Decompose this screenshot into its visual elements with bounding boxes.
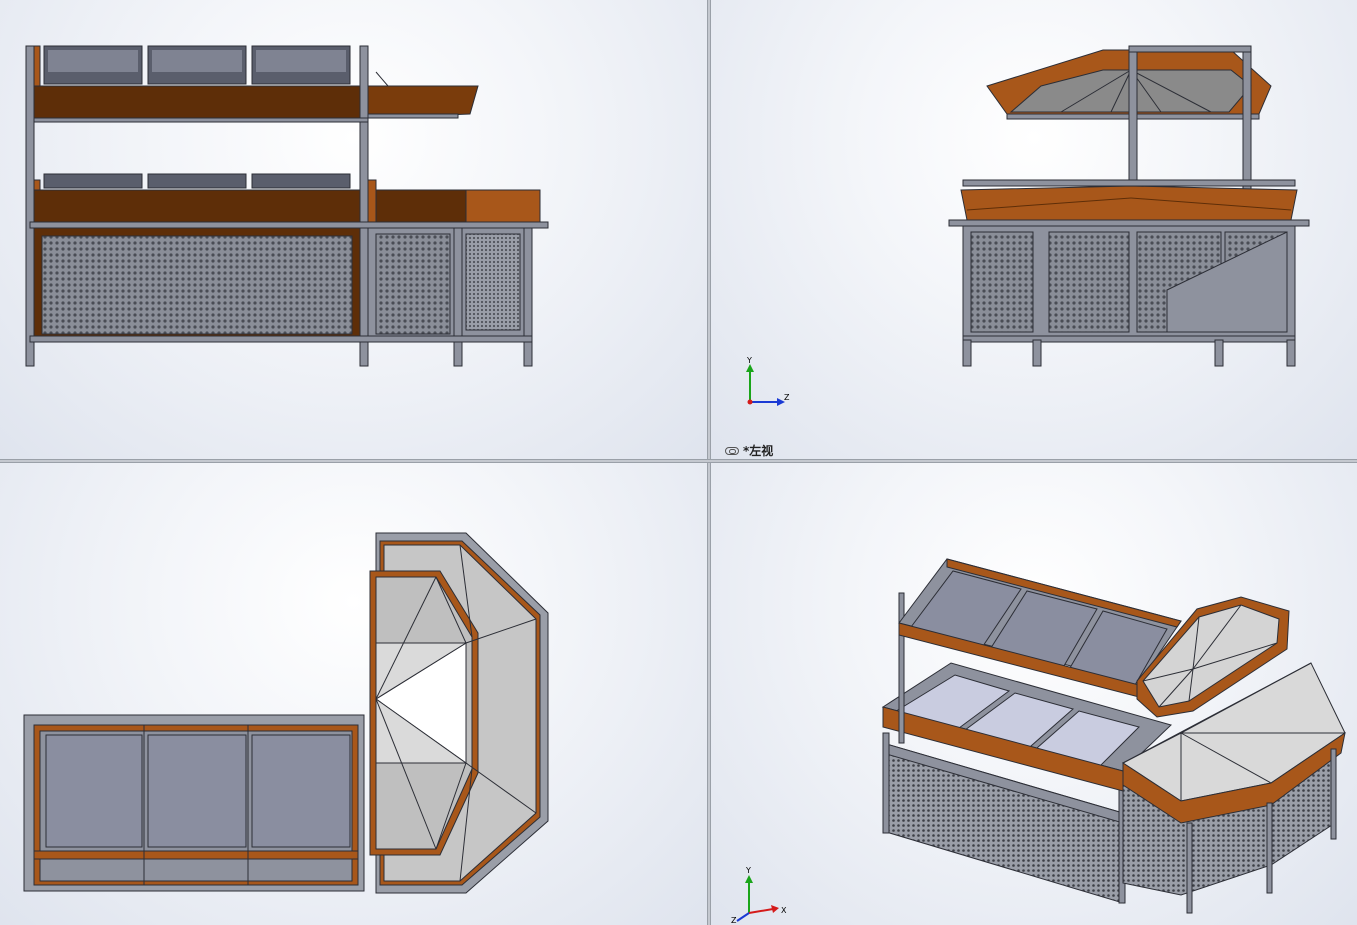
viewport-isometric[interactable]: Y X Z	[711, 463, 1357, 925]
axis-triad-iso: Y X Z	[731, 866, 787, 925]
axis-label-z-iso: Z	[731, 916, 737, 925]
counter-top	[948, 179, 1310, 227]
view-name-text: *左视	[743, 444, 774, 458]
link-icon	[725, 446, 739, 455]
viewport-top[interactable]	[0, 463, 707, 925]
rect-counter-plan	[23, 714, 365, 892]
axis-triad-left: Y Z	[746, 356, 790, 406]
axis-label-y: Y	[746, 356, 752, 365]
top-view-drawing	[23, 532, 549, 894]
axis-label-x-iso: X	[781, 906, 787, 915]
isometric-view-drawing: Y X Z	[731, 558, 1346, 925]
axis-label-z: Z	[784, 393, 790, 402]
viewport-splitter-horizontal[interactable]	[0, 459, 1357, 463]
front-view-drawing	[25, 45, 549, 367]
octagon-counter-plan	[369, 532, 549, 894]
view-name-label[interactable]: *左视	[725, 442, 773, 459]
viewport-left[interactable]: Y Z *左视	[711, 0, 1357, 459]
left-view-drawing: Y Z	[746, 45, 1310, 406]
lower-shelf-trays	[43, 173, 351, 189]
axis-label-y-iso: Y	[745, 866, 751, 875]
counter-cabinet	[962, 225, 1296, 367]
upper-shelf-trays	[43, 45, 351, 85]
viewport-front[interactable]	[0, 0, 707, 459]
